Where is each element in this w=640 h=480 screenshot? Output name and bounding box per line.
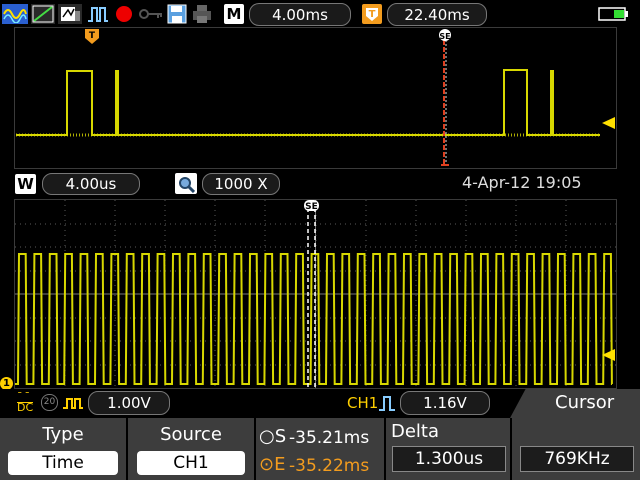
- key-icon[interactable]: [138, 4, 164, 24]
- bandwidth-limit-icon[interactable]: 20: [41, 394, 58, 411]
- screen-icon[interactable]: [58, 4, 82, 24]
- type-softkey[interactable]: Type Time: [0, 418, 126, 480]
- invert-icon: [62, 395, 84, 414]
- ch1-trace: [15, 253, 613, 385]
- delta-softkey: Delta 1.300us: [386, 418, 510, 480]
- top-toolbar: M 4.00ms T 22.40ms: [0, 0, 640, 27]
- frequency-value: 769KHz: [520, 446, 634, 472]
- overview-waveform[interactable]: T SE: [14, 27, 617, 169]
- volts-per-div-value[interactable]: 1.00V: [88, 391, 170, 415]
- trigger-position-label: T: [362, 4, 382, 24]
- delta-time-value: 1.300us: [392, 446, 506, 472]
- display-mode-icon[interactable]: [2, 4, 28, 24]
- delta-title: Delta: [391, 421, 440, 442]
- zoom-factor-value[interactable]: 1000 X: [202, 173, 280, 195]
- cursor-s-value: -35.21ms: [289, 428, 370, 448]
- svg-text:SE: SE: [439, 32, 450, 41]
- cursor-s-radio[interactable]: ○S: [259, 426, 286, 447]
- svg-text:SE: SE: [305, 202, 318, 212]
- battery-icon: [597, 4, 631, 24]
- coupling-dc-icon: ¯¯ DC: [17, 390, 34, 414]
- trigger-marker-icon: T: [85, 29, 99, 44]
- type-value[interactable]: Time: [8, 451, 118, 475]
- source-title: Source: [160, 424, 222, 445]
- cursor-e-radio[interactable]: ⊙E: [259, 454, 285, 475]
- zoom-icon: [175, 173, 197, 194]
- menu-title: Cursor: [555, 392, 615, 413]
- trigger-source-label: CH1: [347, 394, 379, 412]
- source-value[interactable]: CH1: [137, 451, 245, 475]
- timebase-label: M: [224, 4, 244, 24]
- cursor-e-value: -35.22ms: [289, 456, 370, 476]
- trigger-level-value[interactable]: 1.16V: [400, 391, 490, 415]
- window-label: W: [15, 174, 36, 194]
- svg-text:T: T: [369, 9, 376, 20]
- save-icon[interactable]: [166, 4, 188, 24]
- cursor-se-marker-icon: SE: [439, 29, 451, 41]
- type-title: Type: [42, 424, 84, 445]
- main-waveform[interactable]: SE: [14, 199, 617, 389]
- print-icon[interactable]: [191, 4, 213, 24]
- cursor-select-softkey[interactable]: ○S -35.21ms ⊙E -35.22ms: [256, 418, 384, 480]
- cursor-se-marker-icon: SE: [304, 200, 319, 212]
- datetime-label: 4-Apr-12 19:05: [462, 173, 582, 192]
- record-icon[interactable]: [113, 4, 135, 24]
- trigger-position-value[interactable]: 22.40ms: [387, 3, 487, 26]
- rising-edge-icon: [378, 394, 396, 416]
- svg-text:T: T: [89, 31, 96, 41]
- pulse-icon[interactable]: [86, 4, 110, 24]
- trend-icon[interactable]: [31, 4, 55, 24]
- timebase-value[interactable]: 4.00ms: [249, 3, 351, 26]
- frequency-softkey: 769KHz: [512, 418, 640, 480]
- source-softkey[interactable]: Source CH1: [128, 418, 254, 480]
- window-timebase-value[interactable]: 4.00us: [42, 173, 140, 195]
